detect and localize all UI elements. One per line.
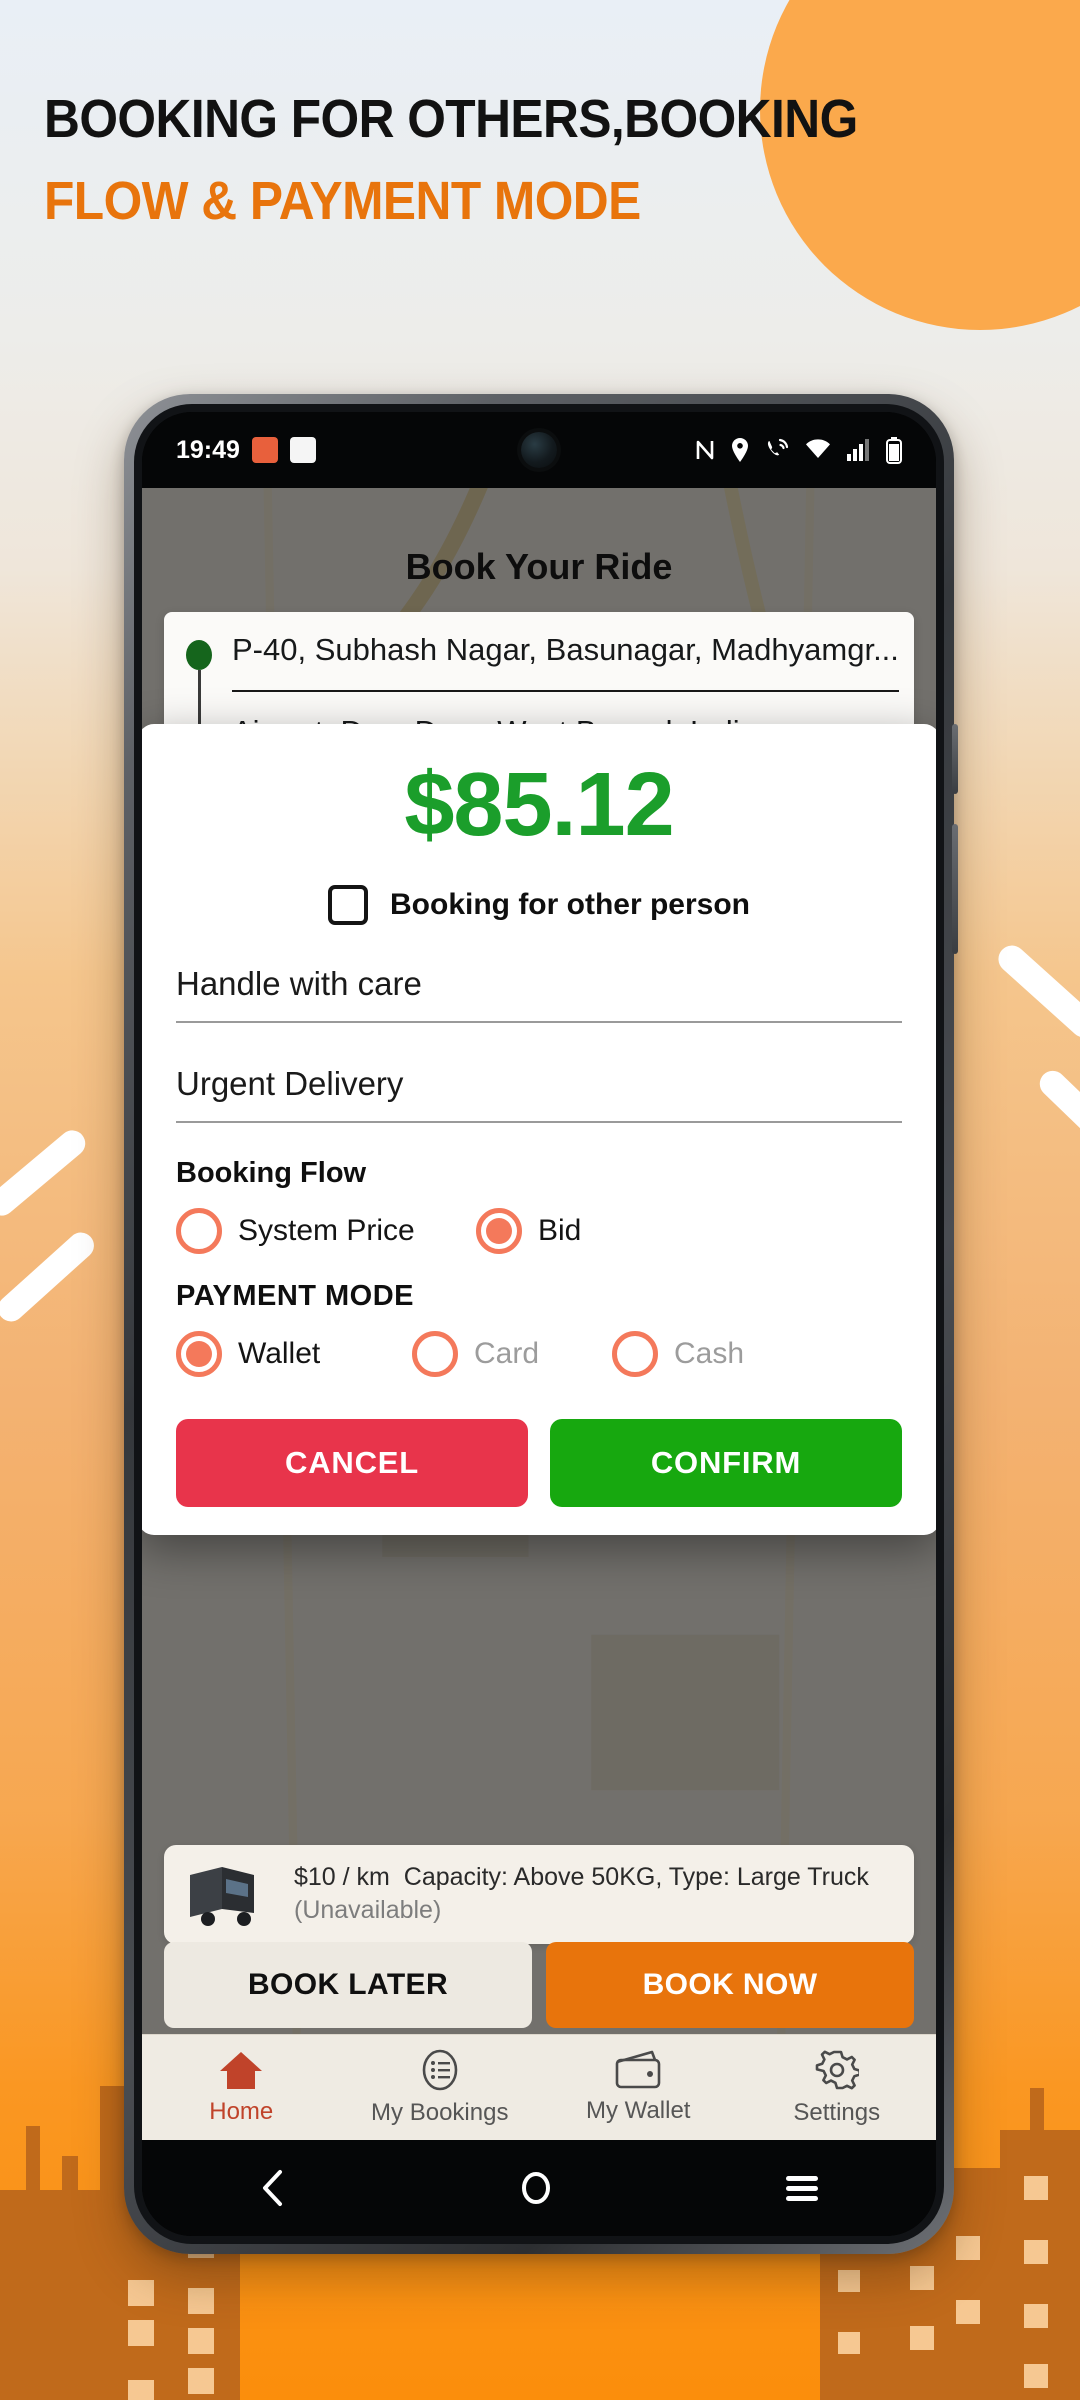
tab-my-bookings[interactable]: My Bookings (341, 2048, 540, 2127)
tab-my-wallet-label: My Wallet (586, 2097, 691, 2124)
signal-icon (847, 439, 869, 461)
list-icon (422, 2049, 458, 2091)
radio-wallet-circle[interactable] (176, 1331, 222, 1378)
app-icon-white (289, 437, 316, 463)
bottom-tab-bar: Home My Bookings My Wallet Settings (142, 2034, 936, 2140)
android-navigation-bar (142, 2140, 936, 2236)
radio-system-price[interactable]: System Price (176, 1208, 476, 1255)
booking-for-other-checkbox[interactable] (328, 885, 368, 926)
urgency-note-value[interactable]: Urgent Delivery (176, 1065, 902, 1121)
promo-headline: BOOKING FOR OTHERS,BOOKING FLOW & PAYMEN… (44, 92, 1004, 228)
tab-settings[interactable]: Settings (738, 2048, 937, 2127)
radio-bid-fill (486, 1218, 512, 1245)
status-bar-left: 19:49 (176, 436, 316, 465)
truck-icon (190, 1867, 254, 1927)
radio-bid-label: Bid (538, 1214, 582, 1248)
radio-wallet-label: Wallet (238, 1337, 321, 1371)
home-icon (220, 2052, 263, 2089)
radio-cash-label: Cash (674, 1337, 745, 1371)
app-icon-red (251, 437, 278, 463)
home-circle-icon[interactable] (517, 2168, 555, 2208)
phone-screen: 19:49 Book Your Ride P-40, Subhash Nagar… (142, 412, 936, 2236)
phone-mockup: 19:49 Book Your Ride P-40, Subhash Nagar… (124, 394, 958, 2254)
status-bar: 19:49 (142, 412, 936, 488)
radio-bid-circle[interactable] (476, 1208, 522, 1255)
dialog-actions: CANCEL CONFIRM (176, 1381, 902, 1511)
price-amount: $85.12 (404, 755, 674, 855)
booking-for-other-row[interactable]: Booking for other person (176, 859, 902, 947)
vehicle-info: $10 / km Capacity: Above 50KG, Type: Lar… (294, 1861, 869, 1929)
vehicle-card[interactable]: $10 / km Capacity: Above 50KG, Type: Lar… (164, 1844, 914, 1944)
tab-my-bookings-label: My Bookings (371, 2099, 509, 2126)
handle-note-field[interactable]: Handle with care (176, 947, 902, 1024)
headline-line-2: FLOW & PAYMENT MODE (44, 171, 641, 231)
recents-icon[interactable] (782, 2171, 822, 2205)
radio-system-price-label: System Price (238, 1214, 415, 1248)
booking-flow-title: Booking Flow (176, 1157, 367, 1190)
booking-actions: BOOK LATER BOOK NOW (164, 1942, 914, 2028)
page-title: Book Your Ride (405, 546, 673, 587)
booking-flow-options: System Price Bid (176, 1196, 902, 1258)
radio-bid[interactable]: Bid (476, 1208, 582, 1255)
radio-wallet-fill (186, 1341, 212, 1368)
phone-bezel: 19:49 Book Your Ride P-40, Subhash Nagar… (134, 404, 944, 2244)
pickup-address[interactable]: P-40, Subhash Nagar, Basunagar, Madhyamg… (232, 632, 899, 668)
vehicle-details: Capacity: Above 50KG, Type: Large Truck (403, 1862, 869, 1891)
tab-my-wallet[interactable]: My Wallet (539, 2050, 738, 2125)
radio-card-label: Card (474, 1337, 540, 1371)
app-screen: Book Your Ride P-40, Subhash Nagar, Basu… (142, 488, 936, 2140)
camera-punch-hole (521, 432, 557, 468)
wifi-icon (806, 439, 830, 458)
book-now-button[interactable]: BOOK NOW (546, 1942, 914, 2028)
wallet-icon (615, 2050, 661, 2089)
gear-icon (815, 2050, 859, 2090)
radio-cash-circle[interactable] (612, 1331, 658, 1378)
confirm-button[interactable]: CONFIRM (550, 1419, 902, 1508)
payment-mode-options: Wallet Card Cash (176, 1319, 902, 1381)
radio-system-price-circle[interactable] (176, 1208, 222, 1255)
status-bar-clock: 19:49 (176, 435, 240, 464)
location-icon (732, 438, 748, 462)
call-mute-icon (767, 438, 789, 456)
headline-line-1: BOOKING FOR OTHERS,BOOKING (44, 89, 858, 149)
address-divider (232, 690, 899, 692)
urgency-note-field[interactable]: Urgent Delivery (176, 1023, 902, 1124)
handle-note-value[interactable]: Handle with care (176, 965, 902, 1021)
cancel-button[interactable]: CANCEL (176, 1419, 528, 1508)
radio-card-circle[interactable] (412, 1331, 458, 1378)
book-later-button[interactable]: BOOK LATER (164, 1942, 532, 2028)
payment-mode-title: PAYMENT MODE (176, 1280, 415, 1313)
pickup-dot-icon (186, 640, 212, 670)
booking-confirm-dialog: $85.12 Booking for other person Handle w… (142, 724, 936, 1536)
tab-home[interactable]: Home (142, 2049, 341, 2126)
vehicle-status: (Unavailable) (294, 1896, 442, 1925)
battery-icon (886, 436, 902, 464)
radio-wallet[interactable]: Wallet (176, 1331, 412, 1378)
tab-home-label: Home (209, 2098, 274, 2125)
nfc-icon (696, 440, 714, 460)
tab-settings-label: Settings (793, 2099, 881, 2126)
radio-cash[interactable]: Cash (612, 1331, 745, 1378)
status-bar-right (694, 436, 902, 464)
booking-for-other-label: Booking for other person (390, 888, 750, 922)
volume-button[interactable] (952, 724, 958, 794)
back-icon[interactable] (256, 2168, 290, 2208)
radio-card[interactable]: Card (412, 1331, 612, 1378)
vehicle-rate: $10 / km (294, 1862, 390, 1891)
power-button[interactable] (952, 824, 958, 954)
